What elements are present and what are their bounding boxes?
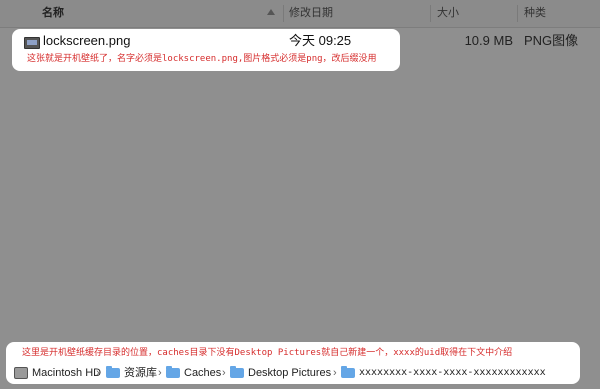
path-item-label: xxxxxxxx-xxxx-xxxx-xxxxxxxxxxxx xyxy=(359,367,546,378)
annotation-text-top: 这张就是开机壁纸了，名字必须是lockscreen.png,图片格式必须是png… xyxy=(27,54,377,64)
image-file-icon xyxy=(24,37,40,49)
file-size: 10.9 MB xyxy=(464,33,513,48)
column-date[interactable]: 修改日期 xyxy=(289,0,333,27)
folder-icon xyxy=(106,366,120,378)
column-name[interactable]: 名称 xyxy=(42,0,64,27)
column-header: 名称 修改日期 大小 种类 xyxy=(0,0,600,28)
path-item-label: 资源库 xyxy=(124,367,157,379)
annotation-text-bottom: 这里是开机壁纸缓存目录的位置，caches目录下没有Desktop Pictur… xyxy=(22,348,513,358)
file-kind: PNG图像 xyxy=(524,33,579,48)
path-item-label: Macintosh HD xyxy=(32,367,102,379)
column-size[interactable]: 大小 xyxy=(437,0,459,27)
folder-icon xyxy=(230,366,244,378)
path-item-caches[interactable]: Caches xyxy=(166,362,221,384)
finder-window: 名称 修改日期 大小 种类 10.9 MB PNG图像 lockscreen.p… xyxy=(0,0,600,389)
path-bar: Macintosh HD › 资源库 › Caches › Desktop Pi… xyxy=(0,362,600,384)
chevron-right-icon: › xyxy=(158,367,162,379)
column-kind[interactable]: 种类 xyxy=(524,0,546,27)
sort-ascending-icon xyxy=(267,9,275,15)
path-item-label: Caches xyxy=(184,367,222,379)
column-divider[interactable] xyxy=(283,5,284,22)
annotation-box-file: lockscreen.png 今天 09:25 这张就是开机壁纸了，名字必须是l… xyxy=(12,29,400,71)
path-item-disk[interactable]: Macintosh HD xyxy=(14,362,101,384)
chevron-right-icon: › xyxy=(333,367,337,379)
path-item-uid-folder[interactable]: xxxxxxxx-xxxx-xxxx-xxxxxxxxxxxx xyxy=(341,362,546,384)
disk-icon xyxy=(14,367,28,379)
file-date: 今天 09:25 xyxy=(289,33,352,48)
path-item-library[interactable]: 资源库 xyxy=(106,362,157,384)
path-item-label: Desktop Pictures xyxy=(248,367,332,379)
chevron-right-icon: › xyxy=(222,367,226,379)
chevron-right-icon: › xyxy=(96,367,100,379)
column-divider[interactable] xyxy=(430,5,431,22)
path-item-desktop-pictures[interactable]: Desktop Pictures xyxy=(230,362,331,384)
folder-icon xyxy=(341,366,355,378)
file-name[interactable]: lockscreen.png xyxy=(43,31,130,51)
column-divider[interactable] xyxy=(517,5,518,22)
folder-icon xyxy=(166,366,180,378)
